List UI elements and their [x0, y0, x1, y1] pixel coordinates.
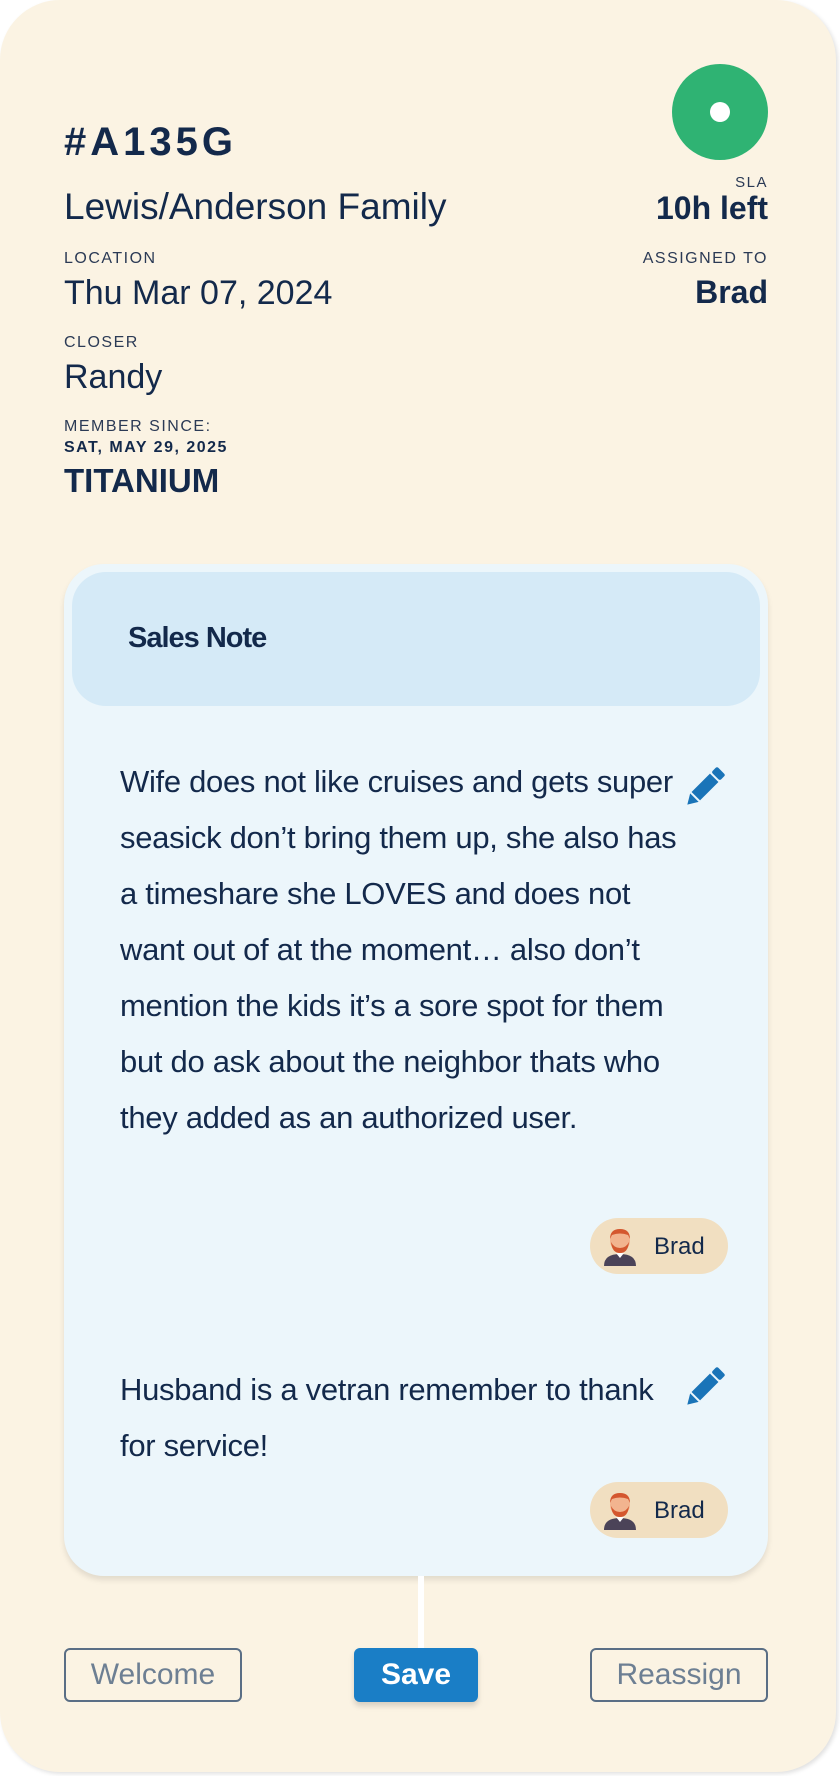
- sales-notes-title: Sales Note: [128, 622, 267, 654]
- ticket-card: #A135G Lewis/Anderson Family SLA 10h lef…: [0, 0, 836, 1772]
- pencil-icon[interactable]: [678, 760, 732, 814]
- save-button[interactable]: Save: [354, 1648, 478, 1702]
- status-indicator-icon: [672, 64, 768, 160]
- user-avatar-icon: [604, 1493, 636, 1530]
- pencil-icon[interactable]: [678, 1360, 732, 1414]
- assigned-label: ASSIGNED TO: [642, 250, 768, 267]
- welcome-button[interactable]: Welcome: [64, 1648, 242, 1702]
- sla-value: 10h left: [655, 190, 768, 226]
- closer-label: CLOSER: [64, 334, 139, 351]
- location-label: LOCATION: [64, 250, 157, 267]
- sales-notes-header: Sales Note: [72, 572, 760, 706]
- note-text: Husband is a vetran remember to thank fo…: [120, 1372, 654, 1463]
- author-chip: Brad: [590, 1482, 728, 1538]
- user-avatar-icon: [604, 1229, 636, 1266]
- assigned-value: Brad: [695, 274, 768, 310]
- member-tier: TITANIUM: [64, 462, 220, 499]
- author-name: Brad: [654, 1497, 705, 1524]
- reassign-button[interactable]: Reassign: [590, 1648, 768, 1702]
- member-since-label: MEMBER SINCE:: [64, 418, 212, 435]
- closer-value: Randy: [64, 358, 163, 396]
- location-value: Thu Mar 07, 2024: [64, 274, 333, 312]
- panel-connector: [418, 1576, 424, 1648]
- note-text: Wife does not like cruises and gets supe…: [120, 764, 677, 1135]
- member-since-date: SAT, MAY 29, 2025: [64, 439, 228, 456]
- sales-notes-panel: Sales Note Wife does not like cruises an…: [64, 564, 768, 1576]
- author-chip: Brad: [590, 1218, 728, 1274]
- author-name: Brad: [654, 1233, 705, 1260]
- sla-label: SLA: [735, 174, 768, 191]
- status-indicator-center: [710, 102, 730, 122]
- family-name: Lewis/Anderson Family: [64, 186, 447, 227]
- ticket-id: #A135G: [64, 120, 237, 164]
